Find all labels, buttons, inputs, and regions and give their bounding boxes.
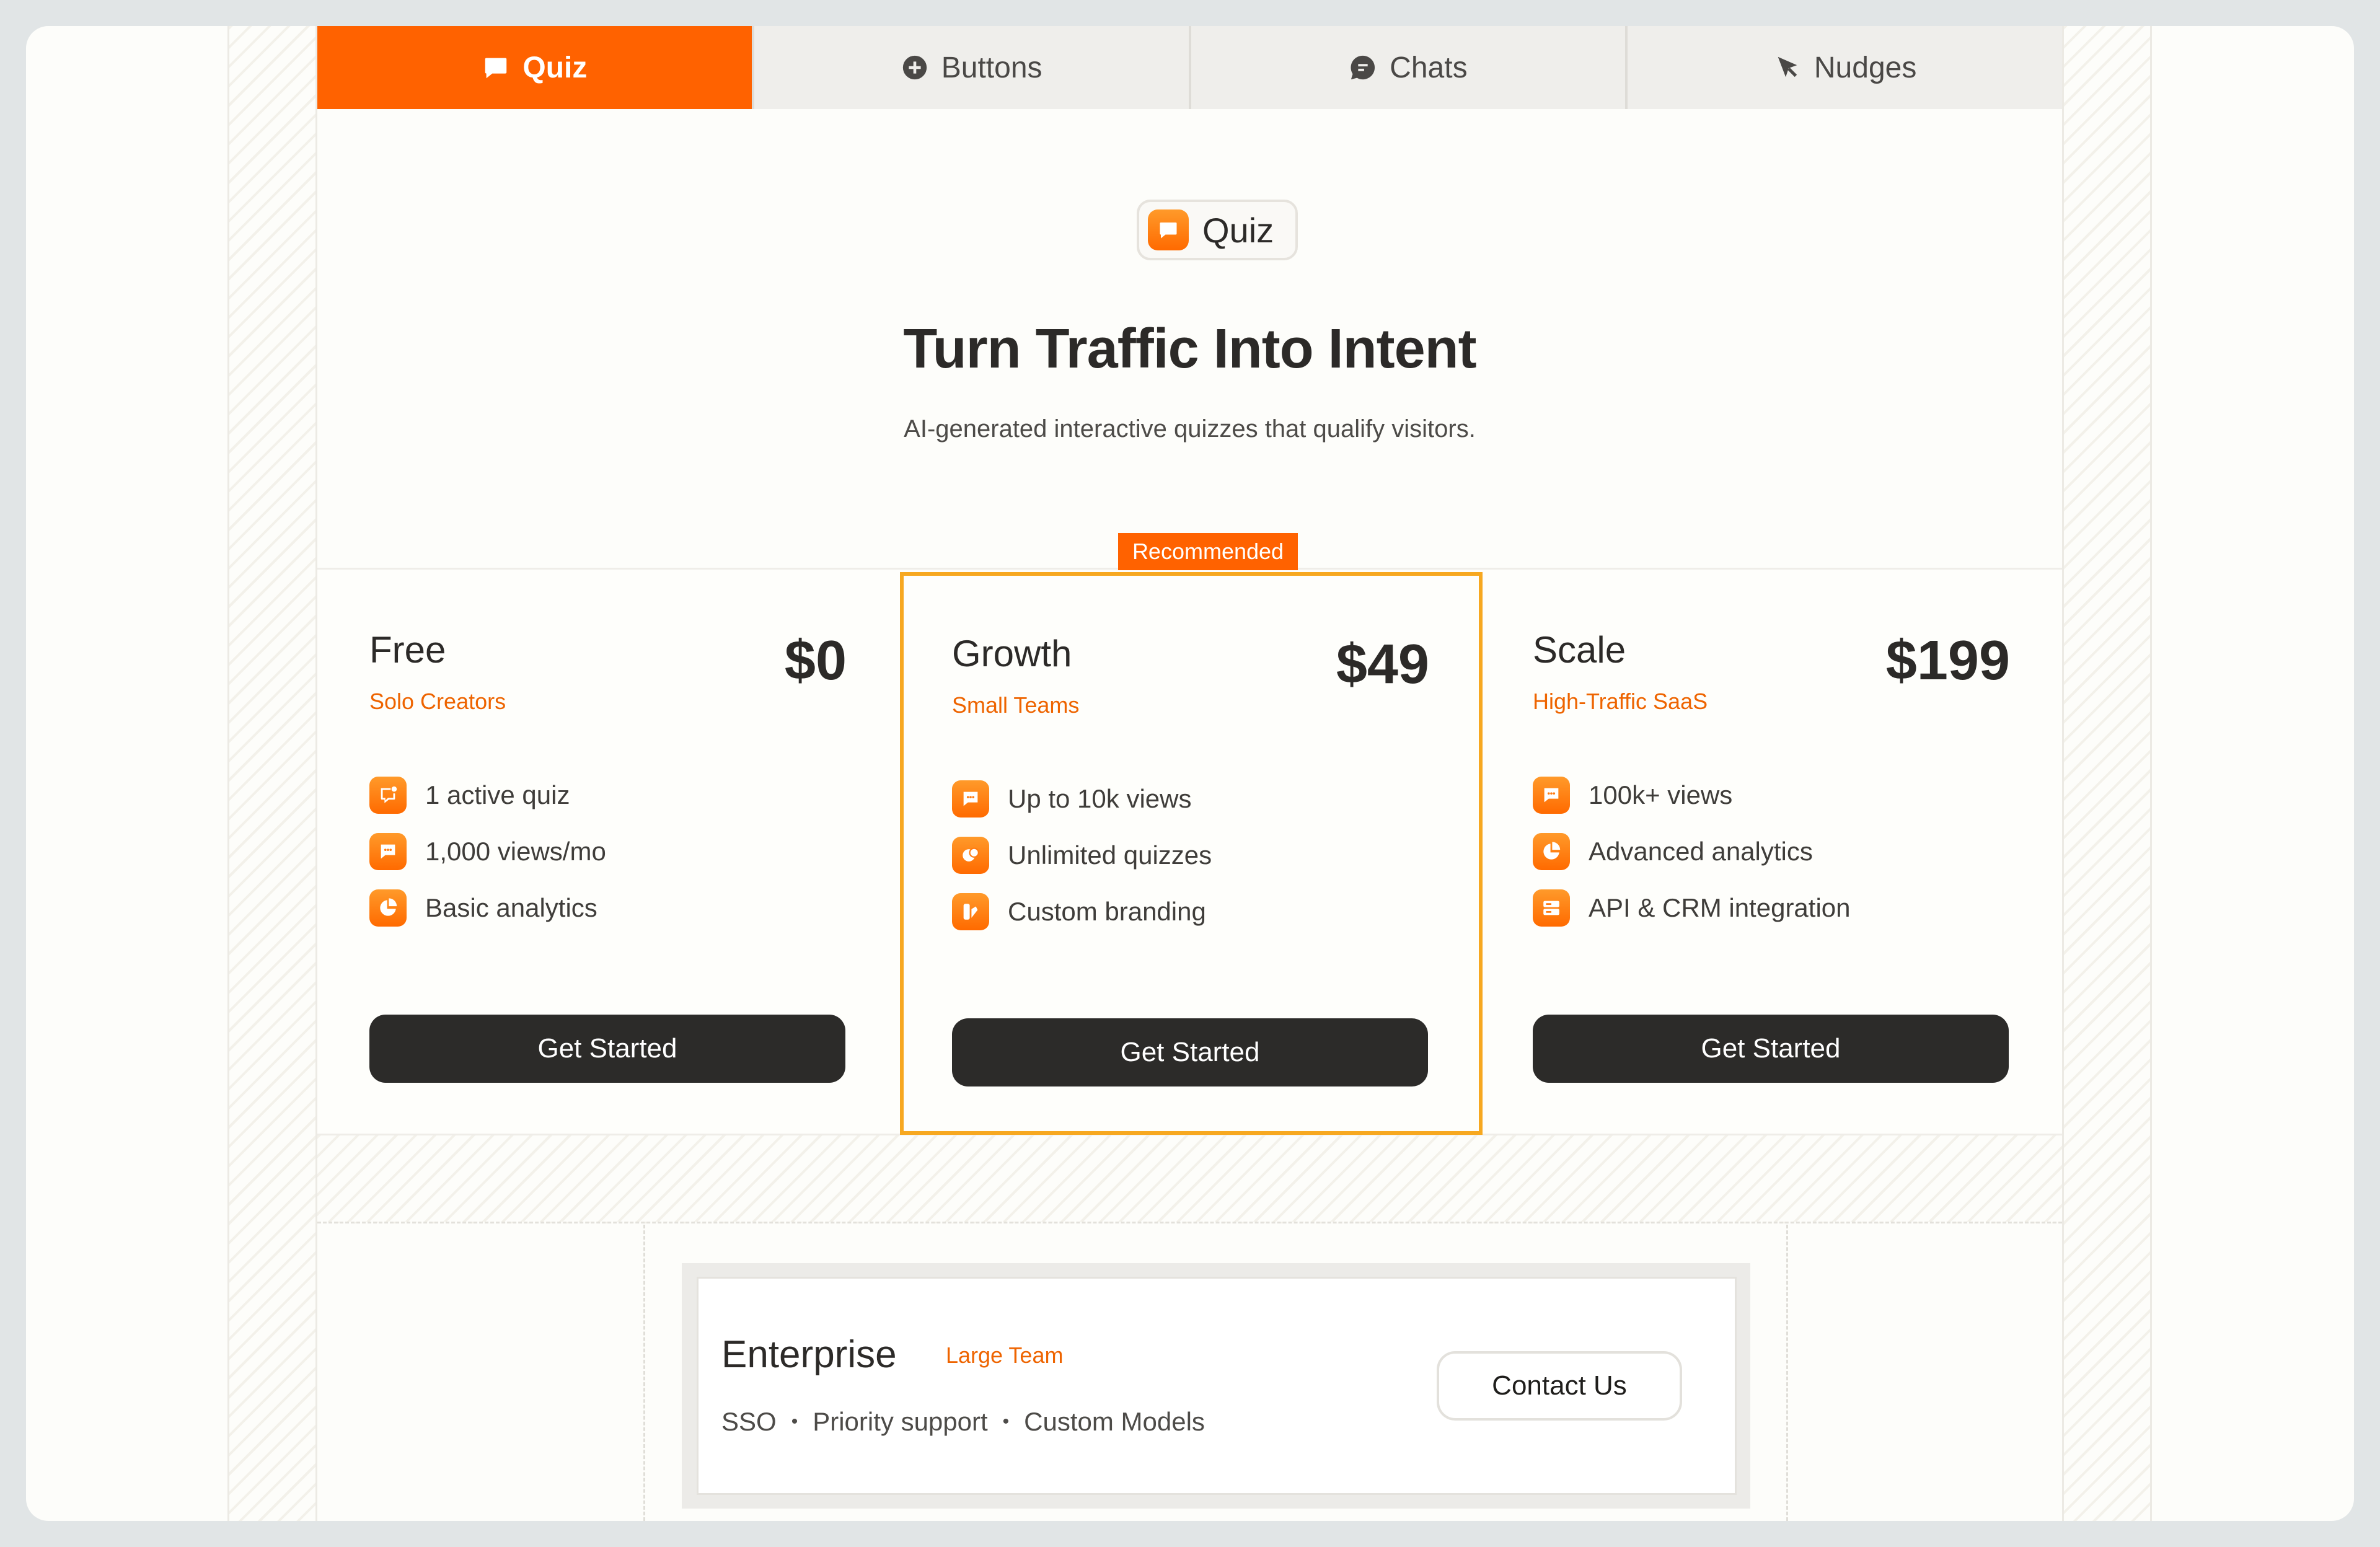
plan-card-growth: Growth Small Teams $49 Up to 10k views U… (900, 572, 1483, 1135)
plus-circle-icon (902, 55, 927, 80)
message-circle-icon (1351, 55, 1375, 80)
guide-line (1786, 1225, 1788, 1521)
plan-audience: High-Traffic SaaS (1533, 689, 1708, 714)
pie-chart-icon (1533, 832, 1570, 870)
guide-line (643, 1225, 645, 1521)
product-tabs: Quiz Buttons Chats Nudges (317, 26, 2062, 109)
left-hatch-margin (227, 26, 317, 1521)
get-started-button[interactable]: Get Started (952, 1018, 1428, 1086)
tab-buttons[interactable]: Buttons (754, 26, 1191, 109)
page-subtitle: AI-generated interactive quizzes that qu… (904, 415, 1476, 443)
plan-name: Free (369, 629, 446, 671)
feature-text: API & CRM integration (1589, 892, 1851, 922)
get-started-button[interactable]: Get Started (1533, 1015, 2009, 1083)
tab-label: Buttons (941, 51, 1042, 84)
recommended-badge: Recommended (1118, 533, 1298, 570)
list-item: 1,000 views/mo (369, 823, 606, 879)
plan-card-free: Free Solo Creators $0 1 active quiz 1,00… (317, 570, 899, 1134)
feature-text: Basic analytics (425, 892, 597, 922)
tab-label: Chats (1390, 51, 1468, 84)
separator-dot: • (1002, 1411, 1010, 1432)
contact-us-button[interactable]: Contact Us (1437, 1351, 1682, 1421)
list-item: Advanced analytics (1533, 823, 1851, 879)
palette-icon (952, 892, 989, 930)
list-item: Unlimited quizzes (952, 827, 1212, 883)
plan-card-scale: Scale High-Traffic SaaS $199 100k+ views… (1481, 570, 2062, 1134)
feature-text: 1,000 views/mo (425, 836, 606, 866)
cursor-arrow-icon (1778, 56, 1797, 77)
plan-audience: Solo Creators (369, 689, 506, 714)
chat-bubble-icon (369, 832, 407, 870)
list-item: Basic analytics (369, 879, 606, 936)
chat-bubble-icon (485, 58, 507, 79)
chat-bubble-icon (1533, 776, 1570, 814)
feature-list: 1 active quiz 1,000 views/mo Basic analy… (369, 767, 606, 936)
get-started-button[interactable]: Get Started (369, 1015, 845, 1083)
feature-text: 100k+ views (1589, 780, 1733, 809)
app-frame: Quiz Buttons Chats Nudges Quiz Turn Traf… (26, 26, 2354, 1521)
list-item: 1 active quiz (369, 767, 606, 823)
enterprise-feature: Custom Models (1024, 1407, 1205, 1436)
enterprise-tag: Large Team (946, 1342, 1064, 1368)
pie-chart-icon (369, 889, 407, 927)
feature-text: Unlimited quizzes (1008, 840, 1212, 870)
enterprise-title: Enterprise (721, 1333, 897, 1376)
pricing-panel: Quiz Buttons Chats Nudges Quiz Turn Traf… (317, 26, 2062, 1521)
right-hatch-margin (2062, 26, 2152, 1521)
feature-text: Up to 10k views (1008, 783, 1192, 813)
tab-chats[interactable]: Chats (1191, 26, 1628, 109)
list-item: API & CRM integration (1533, 879, 1851, 936)
chat-bubble-icon (952, 780, 989, 818)
enterprise-features: SSO • Priority support • Custom Models (721, 1407, 1205, 1437)
feature-list: 100k+ views Advanced analytics API & CRM… (1533, 767, 1851, 936)
section-divider (317, 1135, 2062, 1223)
plan-name: Growth (952, 633, 1072, 674)
feature-text: 1 active quiz (425, 780, 570, 809)
feature-text: Custom branding (1008, 896, 1206, 926)
plans-row: Free Solo Creators $0 1 active quiz 1,00… (317, 568, 2062, 1135)
tab-label: Nudges (1814, 51, 1917, 84)
list-item: 100k+ views (1533, 767, 1851, 823)
feature-list: Up to 10k views Unlimited quizzes Custom… (952, 770, 1212, 940)
chats-icon (952, 836, 989, 874)
separator-dot: • (791, 1411, 798, 1432)
feature-text: Advanced analytics (1589, 836, 1813, 866)
chat-alert-icon (369, 776, 407, 814)
plan-name: Scale (1533, 629, 1626, 671)
tab-quiz[interactable]: Quiz (317, 26, 754, 109)
plan-audience: Small Teams (952, 692, 1080, 718)
plan-price: $199 (1885, 630, 2010, 692)
list-item: Up to 10k views (952, 770, 1212, 827)
tab-label: Quiz (522, 51, 588, 84)
server-icon (1533, 889, 1570, 927)
list-item: Custom branding (952, 883, 1212, 940)
enterprise-feature: SSO (721, 1407, 777, 1436)
badge-label: Quiz (1202, 210, 1274, 250)
plan-price: $49 (1336, 633, 1429, 695)
plan-price: $0 (784, 630, 847, 692)
enterprise-feature: Priority support (813, 1407, 988, 1436)
page-title: Turn Traffic Into Intent (903, 318, 1476, 380)
tab-nudges[interactable]: Nudges (1628, 26, 2062, 109)
chat-bubble-icon (1148, 209, 1189, 250)
section-badge: Quiz (1137, 200, 1298, 260)
